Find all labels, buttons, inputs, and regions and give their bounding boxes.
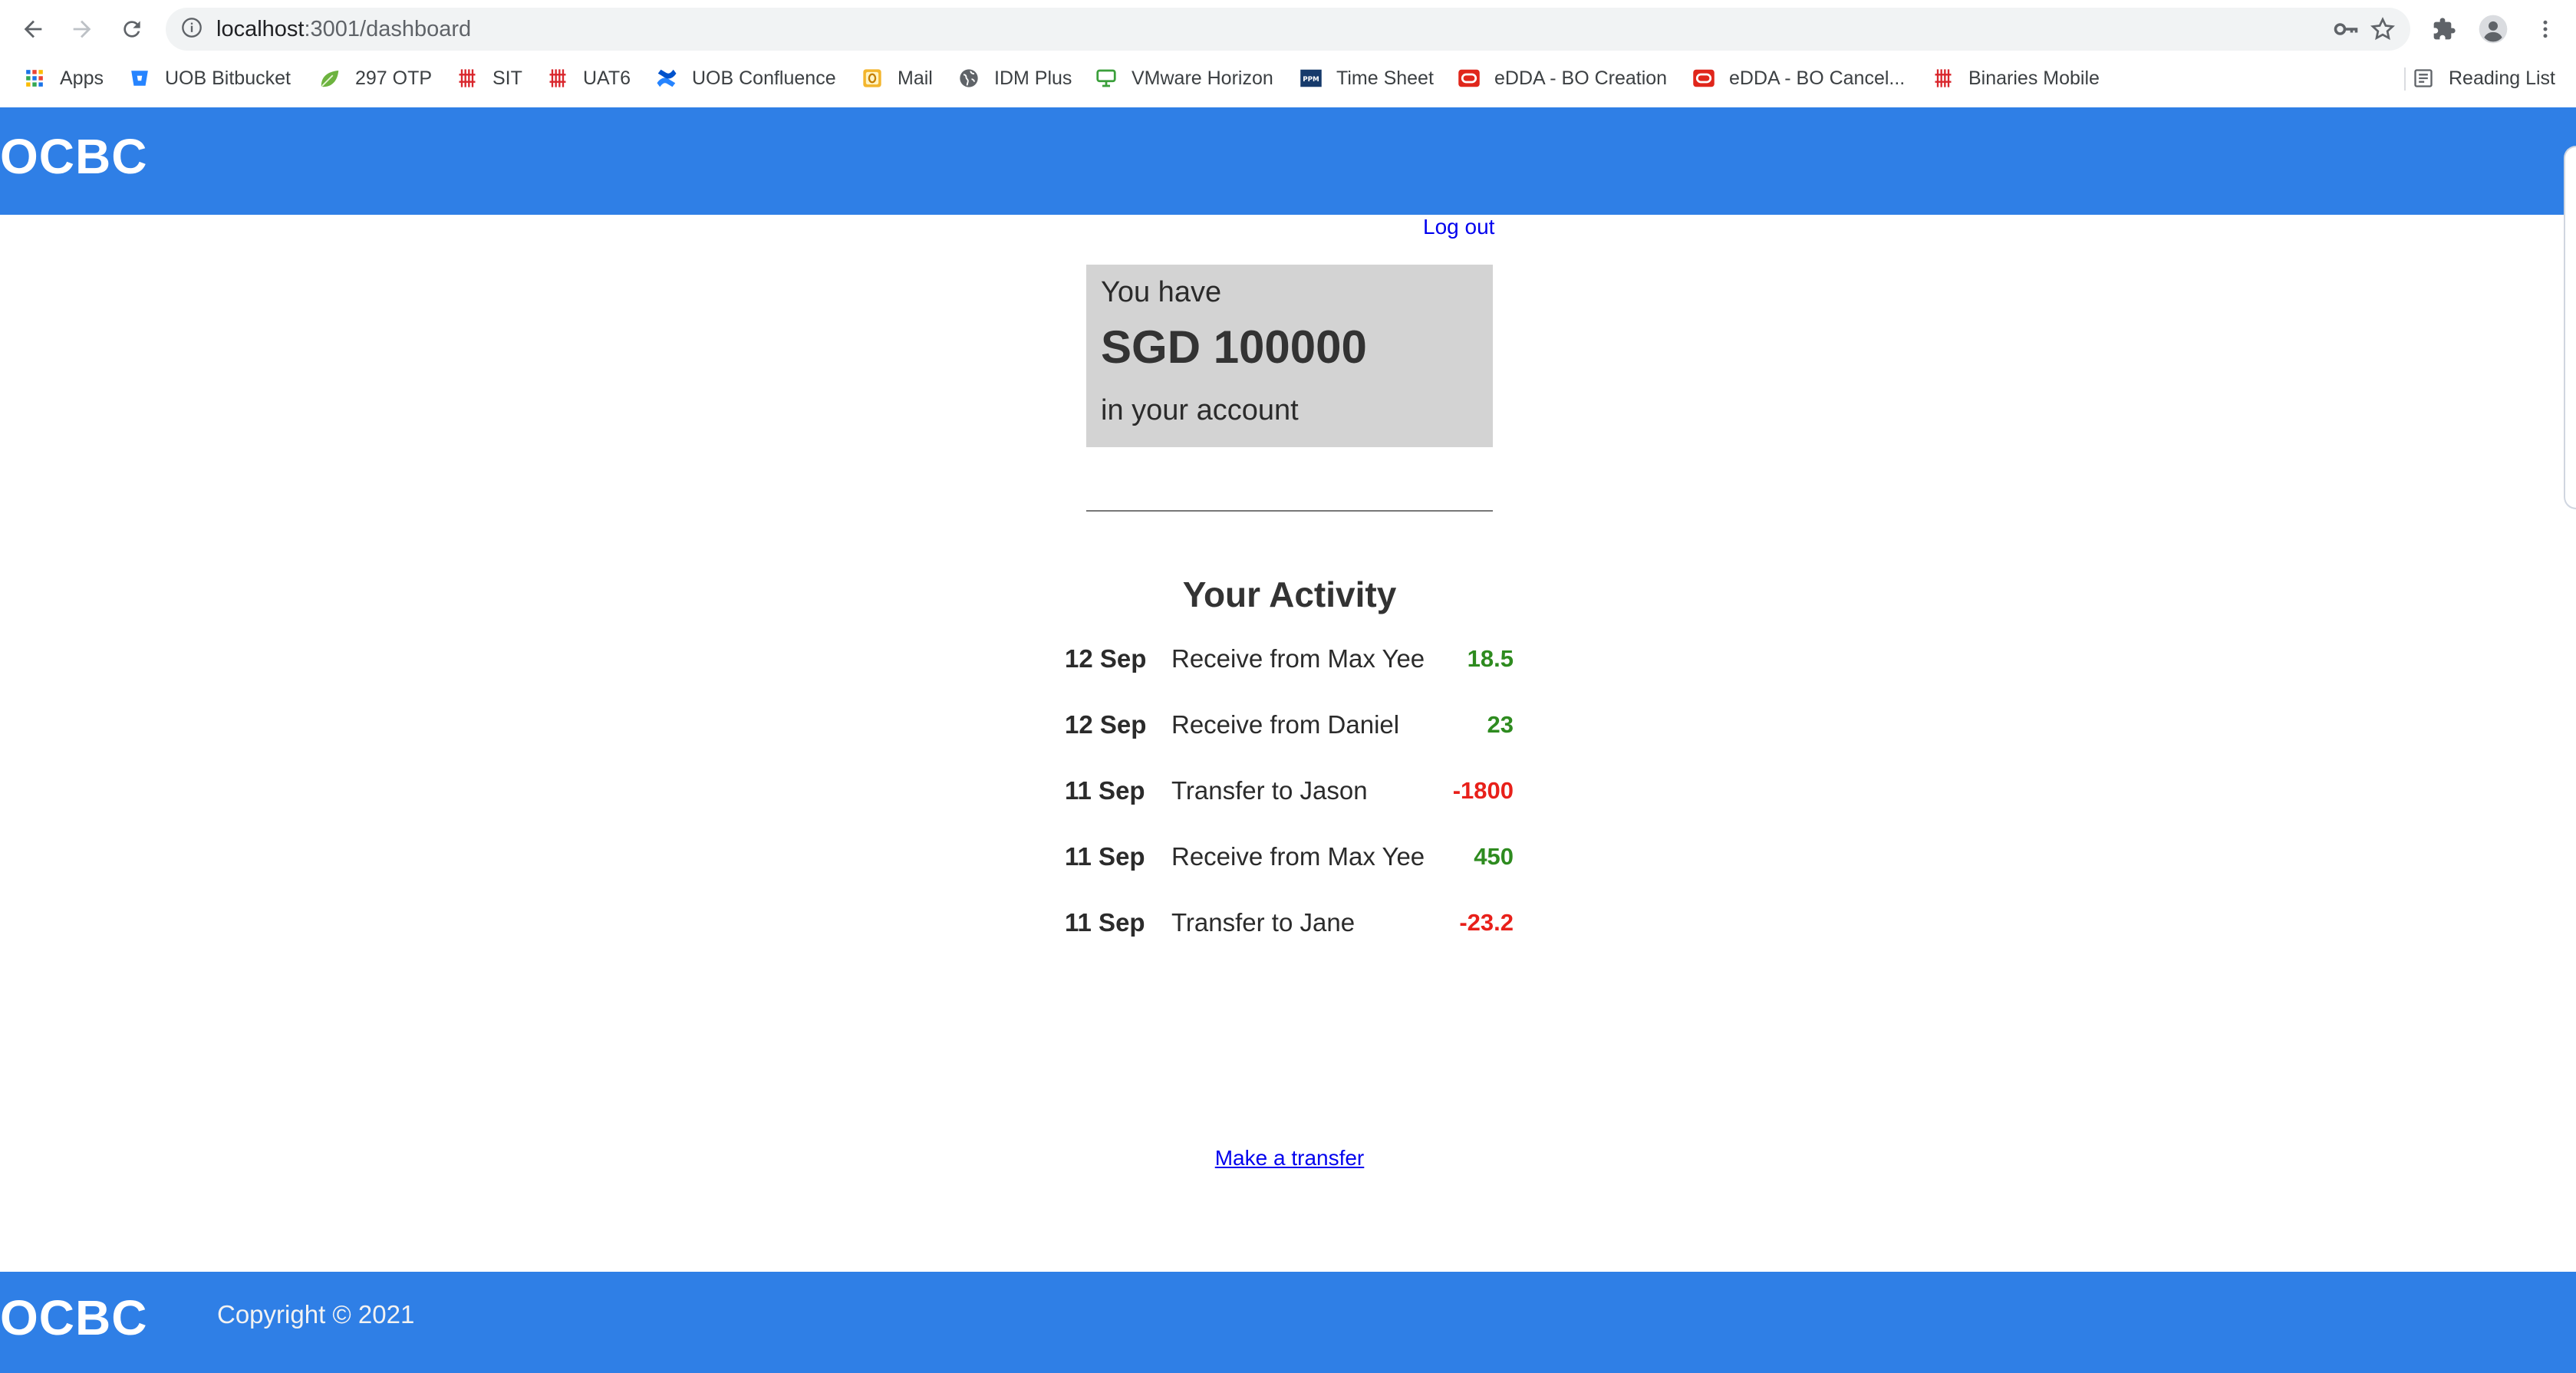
side-panel-handle[interactable] xyxy=(2564,146,2576,509)
balance-card: You have SGD 100000 in your account xyxy=(1086,265,1493,447)
oracle-icon xyxy=(1692,67,1715,90)
menu-button[interactable] xyxy=(2525,11,2565,48)
activity-date: 11 Sep xyxy=(1065,908,1145,937)
activity-date: 11 Sep xyxy=(1065,842,1145,871)
star-icon[interactable] xyxy=(2367,15,2398,43)
leaf-icon xyxy=(318,67,341,90)
bookmark-idm-plus[interactable]: IDM Plus xyxy=(957,58,1072,98)
confluence-icon xyxy=(655,67,678,90)
profile-button[interactable] xyxy=(2473,11,2513,48)
more-vertical-icon xyxy=(2543,20,2548,38)
back-button[interactable] xyxy=(12,11,54,48)
section-divider xyxy=(1086,510,1493,512)
activity-row: 11 Sep Receive from Max Yee 450 xyxy=(1065,838,1514,876)
arrow-right-icon xyxy=(73,20,91,38)
activity-amount: -1800 xyxy=(1452,777,1514,804)
apps-grid-icon xyxy=(23,67,46,90)
make-transfer-link[interactable]: Make a transfer xyxy=(1086,1143,1493,1174)
globe-icon xyxy=(957,67,980,90)
bookmark-label: IDM Plus xyxy=(994,67,1072,89)
activity-description: Receive from Daniel xyxy=(1171,710,1400,739)
bookmark-label: SIT xyxy=(492,67,522,89)
ppm-icon: PPM xyxy=(1300,67,1323,90)
activity-row: 12 Sep Receive from Daniel 23 xyxy=(1065,706,1514,744)
activity-description: Transfer to Jason xyxy=(1171,776,1368,805)
activity-row: 11 Sep Transfer to Jason -1800 xyxy=(1065,772,1514,810)
activity-title: Your Activity xyxy=(1182,575,1397,614)
url-path: :3001/dashboard xyxy=(304,17,472,41)
activity-date: 11 Sep xyxy=(1065,776,1145,805)
bookmark-label: VMware Horizon xyxy=(1132,67,1273,89)
app-footer: OCBC Copyright © 2021 xyxy=(0,1272,2576,1373)
binaries-icon xyxy=(1932,67,1955,90)
bookmark-uob-confluence[interactable]: UOB Confluence xyxy=(655,58,836,98)
browser-chrome: localhost:3001/dashboard Apps UOB Bitbuc… xyxy=(0,0,2576,109)
balance-prefix: You have xyxy=(1101,276,1222,308)
bitbucket-icon xyxy=(128,67,151,90)
bookmark-label: Apps xyxy=(60,67,104,89)
forward-button[interactable] xyxy=(61,11,104,48)
footer-logo: OCBC xyxy=(0,1290,148,1345)
activity-row: 12 Sep Receive from Max Yee 18.5 xyxy=(1065,640,1514,678)
reload-button[interactable] xyxy=(110,11,153,48)
info-icon xyxy=(182,18,202,38)
avatar-icon xyxy=(2479,15,2508,44)
reading-list-icon xyxy=(2412,67,2435,90)
logout-link[interactable]: Log out xyxy=(1423,213,1494,241)
bookmark-sit[interactable]: SIT xyxy=(456,58,522,98)
bookmark-time-sheet[interactable]: PPM Time Sheet xyxy=(1300,58,1434,98)
bookmark-label: eDDA - BO Cancel... xyxy=(1729,67,1906,89)
bookmark-vmware-horizon[interactable]: VMware Horizon xyxy=(1095,58,1273,98)
url-host: localhost xyxy=(216,17,305,41)
activity-amount: 18.5 xyxy=(1467,645,1514,672)
reading-list-button[interactable]: Reading List xyxy=(2412,58,2555,98)
app-header: OCBC xyxy=(0,107,2576,215)
bookmark-binaries-mobile[interactable]: Binaries Mobile xyxy=(1932,58,2100,98)
bookmark-label: UAT6 xyxy=(583,67,631,89)
bookmark-edda-bo-creation[interactable]: eDDA - BO Creation xyxy=(1458,58,1667,98)
activity-description: Receive from Max Yee xyxy=(1171,842,1425,871)
bookmark-mail[interactable]: Mail xyxy=(861,58,933,98)
bookmark-label: UOB Confluence xyxy=(692,67,836,89)
bookmark-edda-bo-cancel[interactable]: eDDA - BO Cancel... xyxy=(1692,58,1905,98)
activity-date: 12 Sep xyxy=(1065,644,1147,673)
copyright-text: Copyright © 2021 xyxy=(217,1300,415,1329)
bookmark-label: 297 OTP xyxy=(355,67,433,89)
url-text: localhost:3001/dashboard xyxy=(216,8,471,51)
bookmarks-bar: Apps UOB Bitbucket 297 OTP SIT UAT6 UOB … xyxy=(0,58,2576,98)
key-icon[interactable] xyxy=(2331,15,2361,43)
activity-amount: 450 xyxy=(1474,843,1514,870)
header-logo[interactable]: OCBC xyxy=(0,132,147,181)
bookmark-label: Binaries Mobile xyxy=(1968,67,2100,89)
activity-date: 12 Sep xyxy=(1065,710,1147,739)
ppm-icon-text: PPM xyxy=(1303,76,1319,84)
extensions-button[interactable] xyxy=(2424,11,2464,48)
activity-amount: 23 xyxy=(1487,711,1514,738)
balance-amount: SGD 100000 xyxy=(1101,321,1367,373)
binaries-icon xyxy=(456,67,479,90)
bookmark-label: eDDA - BO Creation xyxy=(1494,67,1668,89)
balance-suffix: in your account xyxy=(1101,394,1299,426)
binaries-icon xyxy=(546,67,569,90)
reading-list-label: Reading List xyxy=(2449,67,2555,89)
bookmark-uat6[interactable]: UAT6 xyxy=(546,58,631,98)
bookmark-apps[interactable]: Apps xyxy=(23,58,104,98)
bookmark-separator xyxy=(2404,67,2406,91)
bookmark-label: Time Sheet xyxy=(1336,67,1434,89)
activity-row: 11 Sep Transfer to Jane -23.2 xyxy=(1065,904,1514,942)
bookmark-297-otp[interactable]: 297 OTP xyxy=(318,58,432,98)
bookmark-uob-bitbucket[interactable]: UOB Bitbucket xyxy=(128,58,291,98)
reload-icon xyxy=(124,21,140,38)
oracle-icon xyxy=(1458,67,1481,90)
bookmark-label: UOB Bitbucket xyxy=(165,67,291,89)
vmware-icon xyxy=(1095,67,1118,90)
activity-amount: -23.2 xyxy=(1459,909,1514,936)
activity-description: Transfer to Jane xyxy=(1171,908,1356,937)
address-bar[interactable]: localhost:3001/dashboard xyxy=(166,8,2410,51)
activity-description: Receive from Max Yee xyxy=(1171,644,1425,673)
puzzle-icon xyxy=(2433,18,2456,40)
bookmark-label: Mail xyxy=(898,67,933,89)
arrow-left-icon xyxy=(24,20,42,38)
outlook-icon xyxy=(861,67,884,90)
